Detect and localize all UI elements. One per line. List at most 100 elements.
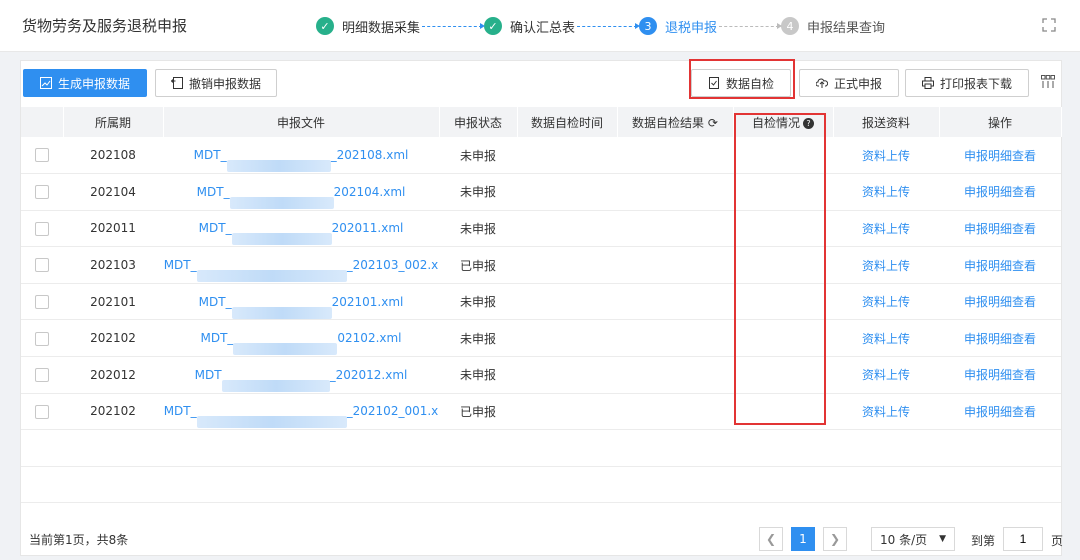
file-link[interactable]: MDT_ 202011.xml bbox=[199, 221, 404, 246]
column-header-file[interactable]: 申报文件 bbox=[163, 107, 440, 137]
fullscreen-icon[interactable] bbox=[1042, 18, 1056, 32]
row-checkbox[interactable] bbox=[35, 221, 49, 236]
view-detail-link[interactable]: 申报明细查看 bbox=[939, 137, 1061, 175]
prev-page-button[interactable]: ❮ bbox=[759, 527, 783, 551]
row-checkbox[interactable] bbox=[35, 148, 49, 163]
upload-docs-link[interactable]: 资料上传 bbox=[833, 246, 939, 284]
check-result-cell bbox=[617, 210, 733, 248]
file-link[interactable]: MDT_ _202102_001.x bbox=[163, 404, 439, 429]
row-checkbox[interactable] bbox=[35, 404, 49, 419]
file-suffix: _202102_001.x bbox=[346, 404, 439, 419]
file-suffix: 202011.xml bbox=[331, 221, 404, 236]
file-cell: MDT_ 202104.xml bbox=[163, 173, 439, 211]
check-time-cell bbox=[517, 137, 617, 175]
empty-row bbox=[21, 429, 1061, 467]
row-checkbox[interactable] bbox=[35, 258, 49, 273]
check-time-cell bbox=[517, 210, 617, 248]
page-number-button[interactable]: 1 bbox=[791, 527, 815, 551]
column-settings-icon[interactable] bbox=[1041, 75, 1055, 93]
period-cell: 202101 bbox=[63, 283, 163, 321]
table-row: 202104 MDT_ 202104.xml 未申报 资料上传 申报明细查看 bbox=[21, 173, 1061, 211]
refresh-icon[interactable]: ⟳ bbox=[708, 116, 718, 130]
formal-declare-button[interactable]: 正式申报 bbox=[799, 69, 899, 97]
column-header-check-time[interactable]: 数据自检时间 bbox=[517, 107, 618, 137]
file-cell: MDT_ 202101.xml bbox=[163, 283, 439, 321]
upload-docs-link[interactable]: 资料上传 bbox=[833, 393, 939, 431]
upload-docs-link[interactable]: 资料上传 bbox=[833, 356, 939, 394]
step-connector bbox=[422, 22, 486, 29]
help-icon[interactable]: ? bbox=[803, 117, 814, 129]
row-select-cell bbox=[21, 210, 63, 248]
column-header-check-status[interactable]: 自检情况? bbox=[733, 107, 834, 137]
row-checkbox[interactable] bbox=[35, 185, 49, 200]
check-icon: ✓ bbox=[484, 17, 503, 35]
upload-docs-link[interactable]: 资料上传 bbox=[833, 173, 939, 211]
view-detail-link[interactable]: 申报明细查看 bbox=[939, 393, 1061, 431]
revoke-data-button[interactable]: 撤销申报数据 bbox=[155, 69, 277, 97]
step-label: 退税申报 bbox=[665, 20, 718, 36]
print-download-label: 打印报表下载 bbox=[939, 76, 1012, 91]
check-time-cell bbox=[517, 319, 617, 358]
print-download-button[interactable]: 打印报表下载 bbox=[905, 69, 1029, 97]
column-header-status[interactable]: 申报状态 bbox=[439, 107, 518, 137]
file-link[interactable]: MDT_ 202101.xml bbox=[199, 295, 403, 319]
file-link[interactable]: MDT_ _202103_002.x bbox=[164, 258, 438, 283]
check-status-cell bbox=[733, 246, 833, 284]
status-cell: 未申报 bbox=[439, 137, 517, 175]
view-detail-link[interactable]: 申报明细查看 bbox=[939, 173, 1061, 211]
view-detail-link[interactable]: 申报明细查看 bbox=[939, 246, 1061, 284]
file-prefix: MDT_ bbox=[163, 404, 197, 419]
upload-docs-link[interactable]: 资料上传 bbox=[833, 137, 939, 175]
status-cell: 未申报 bbox=[439, 173, 517, 211]
view-detail-link[interactable]: 申报明细查看 bbox=[939, 283, 1061, 321]
step-result-query[interactable]: 4 申报结果查询 bbox=[781, 17, 885, 36]
generate-data-button[interactable]: 生成申报数据 bbox=[23, 69, 147, 97]
chevron-down-icon: ▼ bbox=[939, 534, 946, 544]
goto-page-input[interactable] bbox=[1003, 527, 1043, 551]
row-select-cell bbox=[21, 173, 63, 211]
upload-docs-link[interactable]: 资料上传 bbox=[833, 319, 939, 358]
empty-row bbox=[21, 466, 1061, 504]
row-checkbox[interactable] bbox=[35, 331, 49, 346]
view-detail-link[interactable]: 申报明细查看 bbox=[939, 356, 1061, 394]
column-header-submitted-docs[interactable]: 报送资料 bbox=[833, 107, 940, 137]
view-detail-link[interactable]: 申报明细查看 bbox=[939, 319, 1061, 358]
check-status-cell bbox=[733, 356, 833, 394]
file-cell: MDT_ 02102.xml bbox=[163, 319, 439, 358]
next-page-button[interactable]: ❯ bbox=[823, 527, 847, 551]
column-header-actions[interactable]: 操作 bbox=[939, 107, 1062, 137]
page-size-select[interactable]: 10 条/页 ▼ bbox=[871, 527, 955, 551]
printer-icon bbox=[921, 77, 934, 89]
file-prefix: MDT_ bbox=[200, 331, 234, 346]
file-cell: MDT _202012.xml bbox=[163, 356, 439, 394]
step-number: 3 bbox=[639, 17, 658, 35]
check-time-cell bbox=[517, 246, 617, 284]
check-icon: ✓ bbox=[316, 17, 334, 35]
file-link[interactable]: MDT_ 02102.xml bbox=[200, 331, 402, 356]
period-cell: 202108 bbox=[63, 137, 163, 175]
column-header-period[interactable]: 所属期 bbox=[63, 107, 164, 137]
row-checkbox[interactable] bbox=[35, 368, 49, 383]
undo-icon bbox=[170, 77, 183, 89]
upload-docs-link[interactable]: 资料上传 bbox=[833, 210, 939, 248]
check-time-cell bbox=[517, 283, 617, 321]
check-result-cell bbox=[617, 319, 733, 358]
row-checkbox[interactable] bbox=[35, 294, 49, 309]
step-refund-declaration[interactable]: 3 退税申报 bbox=[639, 17, 717, 36]
file-link[interactable]: MDT_ 202104.xml bbox=[197, 185, 405, 209]
step-detail-collection[interactable]: ✓ 明细数据采集 bbox=[316, 17, 420, 36]
status-cell: 已申报 bbox=[439, 246, 517, 284]
check-time-cell bbox=[517, 393, 617, 431]
step-connector bbox=[577, 22, 641, 29]
step-confirm-summary[interactable]: ✓ 确认汇总表 bbox=[484, 17, 575, 36]
view-detail-link[interactable]: 申报明细查看 bbox=[939, 210, 1061, 248]
check-status-label: 自检情况 bbox=[751, 115, 800, 130]
file-link[interactable]: MDT_ _202108.xml bbox=[194, 148, 408, 173]
check-result-cell bbox=[617, 173, 733, 211]
column-header-check-result[interactable]: 数据自检结果 ⟳ bbox=[617, 107, 734, 137]
check-result-cell bbox=[617, 246, 733, 284]
upload-docs-link[interactable]: 资料上传 bbox=[833, 283, 939, 321]
table-row: 202108 MDT_ _202108.xml 未申报 资料上传 申报明细查看 bbox=[21, 137, 1061, 175]
file-link[interactable]: MDT _202012.xml bbox=[195, 368, 407, 392]
self-check-button[interactable]: 数据自检 bbox=[691, 69, 791, 97]
